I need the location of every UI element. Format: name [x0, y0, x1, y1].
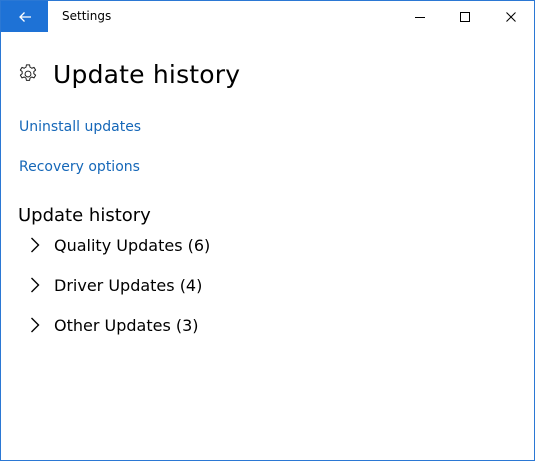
minimize-icon [415, 16, 425, 18]
page-header: Update history [17, 57, 240, 91]
close-icon [506, 11, 516, 22]
minimize-button[interactable] [397, 1, 443, 32]
close-button[interactable] [488, 1, 534, 32]
window-title: Settings [62, 9, 112, 23]
category-label: Driver Updates (4) [54, 275, 203, 295]
category-label: Other Updates (3) [54, 315, 199, 335]
maximize-icon [460, 11, 470, 22]
chevron-right-icon [31, 237, 40, 253]
update-history-section-title: Update history [18, 205, 151, 226]
category-label: Quality Updates (6) [54, 235, 211, 255]
quality-updates-expander[interactable]: Quality Updates (6) [27, 232, 210, 258]
driver-updates-expander[interactable]: Driver Updates (4) [27, 272, 202, 298]
settings-window: Settings Update history Uninstall update… [0, 0, 535, 461]
uninstall-updates-link[interactable]: Uninstall updates [19, 119, 141, 135]
gear-icon [19, 64, 37, 81]
chevron-right-icon [31, 317, 40, 333]
back-button[interactable] [1, 1, 48, 32]
maximize-button[interactable] [442, 1, 488, 32]
page-title: Update history [53, 59, 241, 89]
other-updates-expander[interactable]: Other Updates (3) [27, 312, 199, 338]
recovery-options-link[interactable]: Recovery options [19, 159, 140, 175]
title-bar: Settings [1, 1, 534, 32]
chevron-right-icon [31, 277, 40, 293]
arrow-left-icon [18, 11, 31, 22]
